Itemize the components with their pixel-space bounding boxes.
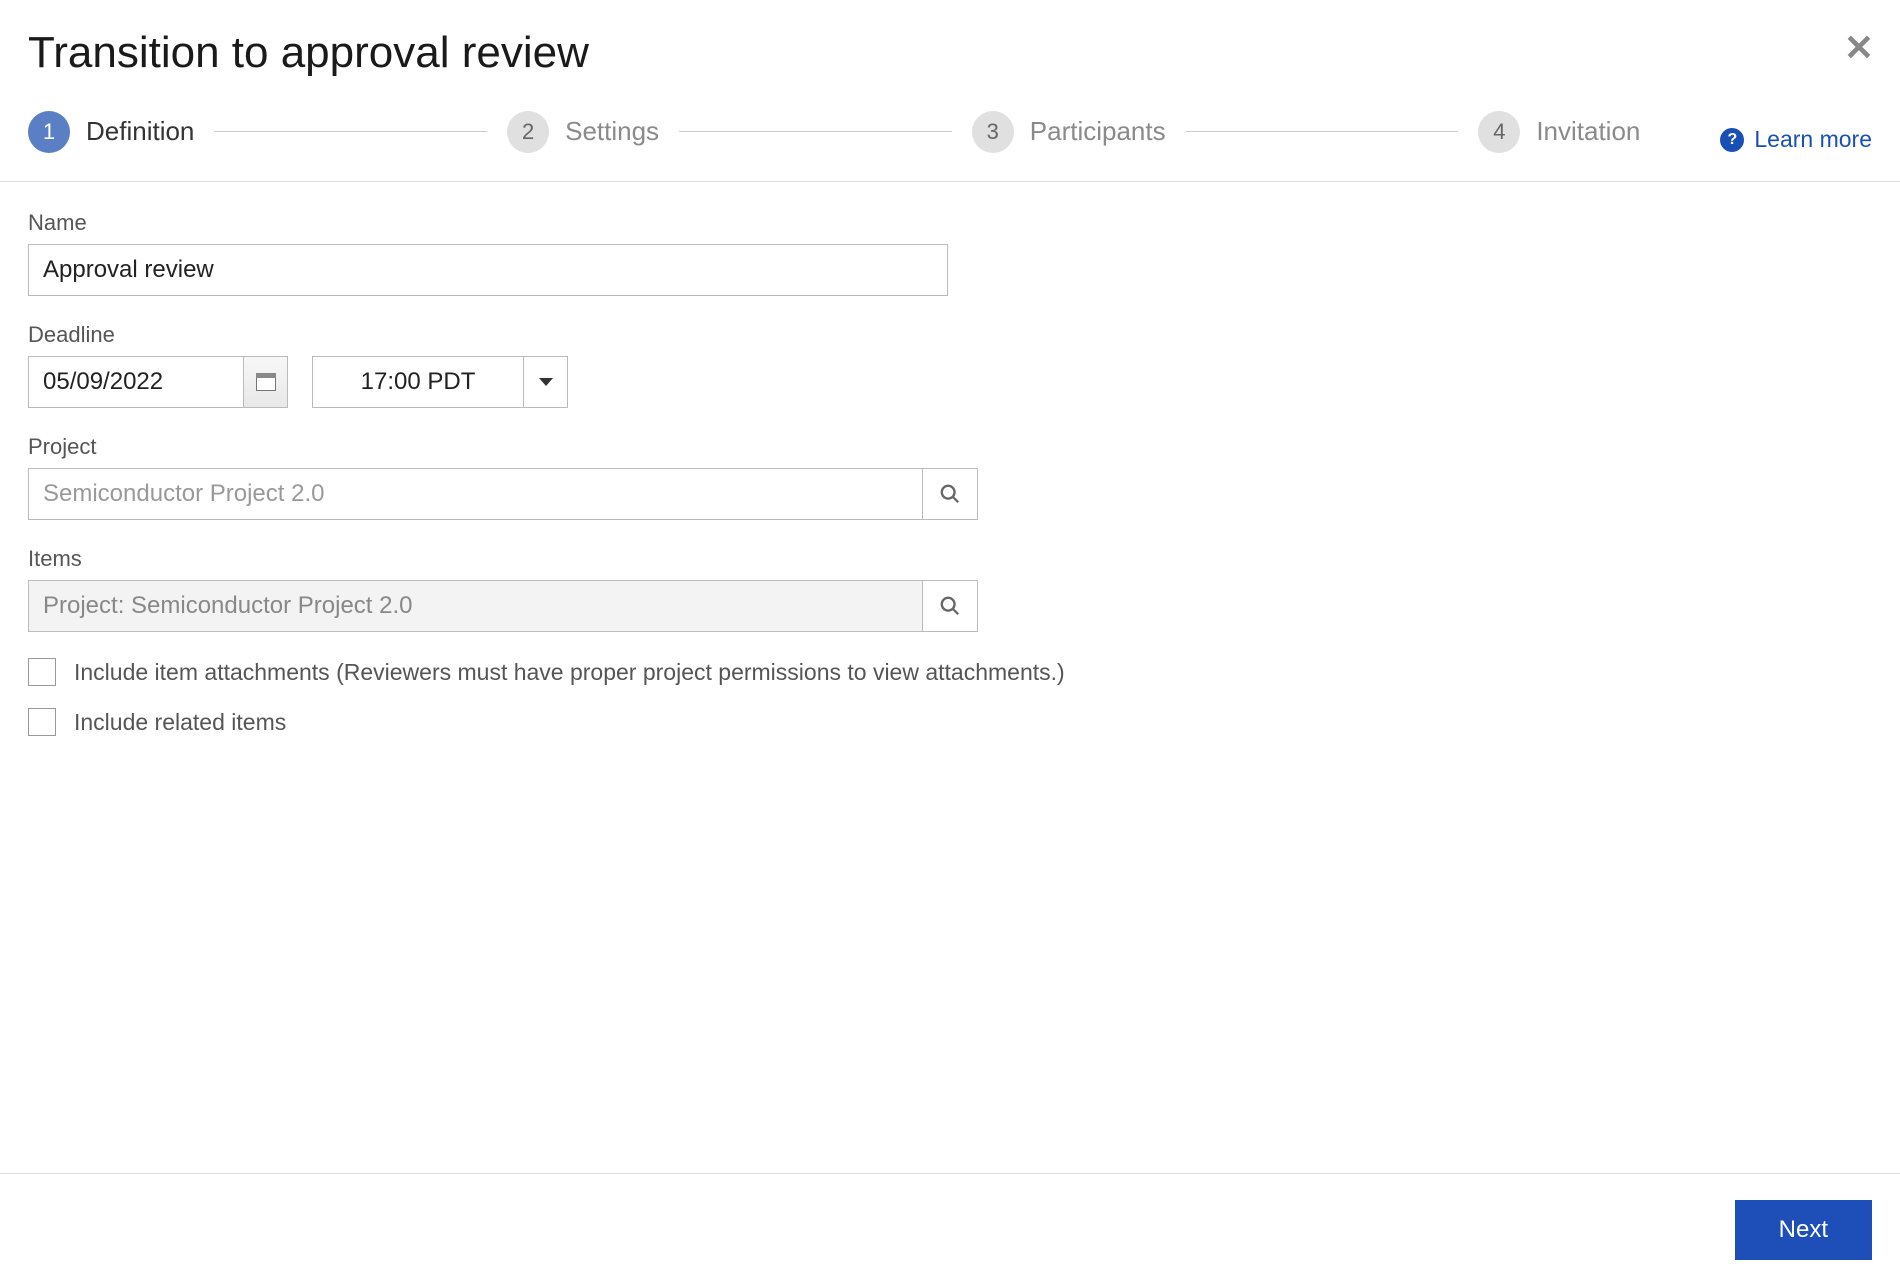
step-invitation[interactable]: 4 Invitation — [1478, 111, 1640, 153]
search-icon — [939, 595, 961, 617]
project-search-button[interactable] — [922, 468, 978, 520]
step-definition[interactable]: 1 Definition — [28, 111, 194, 153]
next-button[interactable]: Next — [1735, 1200, 1872, 1260]
step-label: Invitation — [1536, 116, 1640, 147]
search-icon — [939, 483, 961, 505]
deadline-time-value[interactable]: 17:00 PDT — [313, 357, 523, 407]
project-input[interactable] — [28, 468, 922, 520]
step-connector — [214, 131, 487, 132]
items-label: Items — [28, 546, 1872, 572]
calendar-icon — [256, 373, 276, 391]
step-participants[interactable]: 3 Participants — [972, 111, 1166, 153]
step-connector — [679, 131, 952, 132]
deadline-time-field[interactable]: 17:00 PDT — [312, 356, 568, 408]
step-number: 3 — [972, 111, 1014, 153]
name-label: Name — [28, 210, 1872, 236]
learn-more-link[interactable]: ? Learn more — [1720, 126, 1872, 153]
deadline-label: Deadline — [28, 322, 1872, 348]
step-number: 4 — [1478, 111, 1520, 153]
dialog-title: Transition to approval review — [28, 28, 1872, 78]
include-attachments-checkbox[interactable] — [28, 658, 56, 686]
step-label: Participants — [1030, 116, 1166, 147]
deadline-date-value[interactable]: 05/09/2022 — [29, 357, 243, 407]
calendar-button[interactable] — [243, 357, 287, 407]
step-settings[interactable]: 2 Settings — [507, 111, 659, 153]
step-connector — [1186, 131, 1459, 132]
wizard-stepper: 1 Definition 2 Settings 3 Participants 4… — [28, 111, 1640, 153]
project-label: Project — [28, 434, 1872, 460]
include-related-checkbox[interactable] — [28, 708, 56, 736]
deadline-date-field[interactable]: 05/09/2022 — [28, 356, 288, 408]
items-input[interactable] — [28, 580, 922, 632]
items-search-button[interactable] — [922, 580, 978, 632]
include-attachments-label: Include item attachments (Reviewers must… — [74, 659, 1065, 686]
step-label: Definition — [86, 116, 194, 147]
learn-more-label: Learn more — [1754, 126, 1872, 153]
chevron-down-icon — [539, 378, 553, 386]
include-related-label: Include related items — [74, 709, 286, 736]
close-icon[interactable]: ✕ — [1844, 30, 1874, 66]
step-number: 1 — [28, 111, 70, 153]
step-number: 2 — [507, 111, 549, 153]
name-input[interactable] — [28, 244, 948, 296]
step-label: Settings — [565, 116, 659, 147]
time-dropdown-button[interactable] — [523, 357, 567, 407]
help-icon: ? — [1720, 128, 1744, 152]
